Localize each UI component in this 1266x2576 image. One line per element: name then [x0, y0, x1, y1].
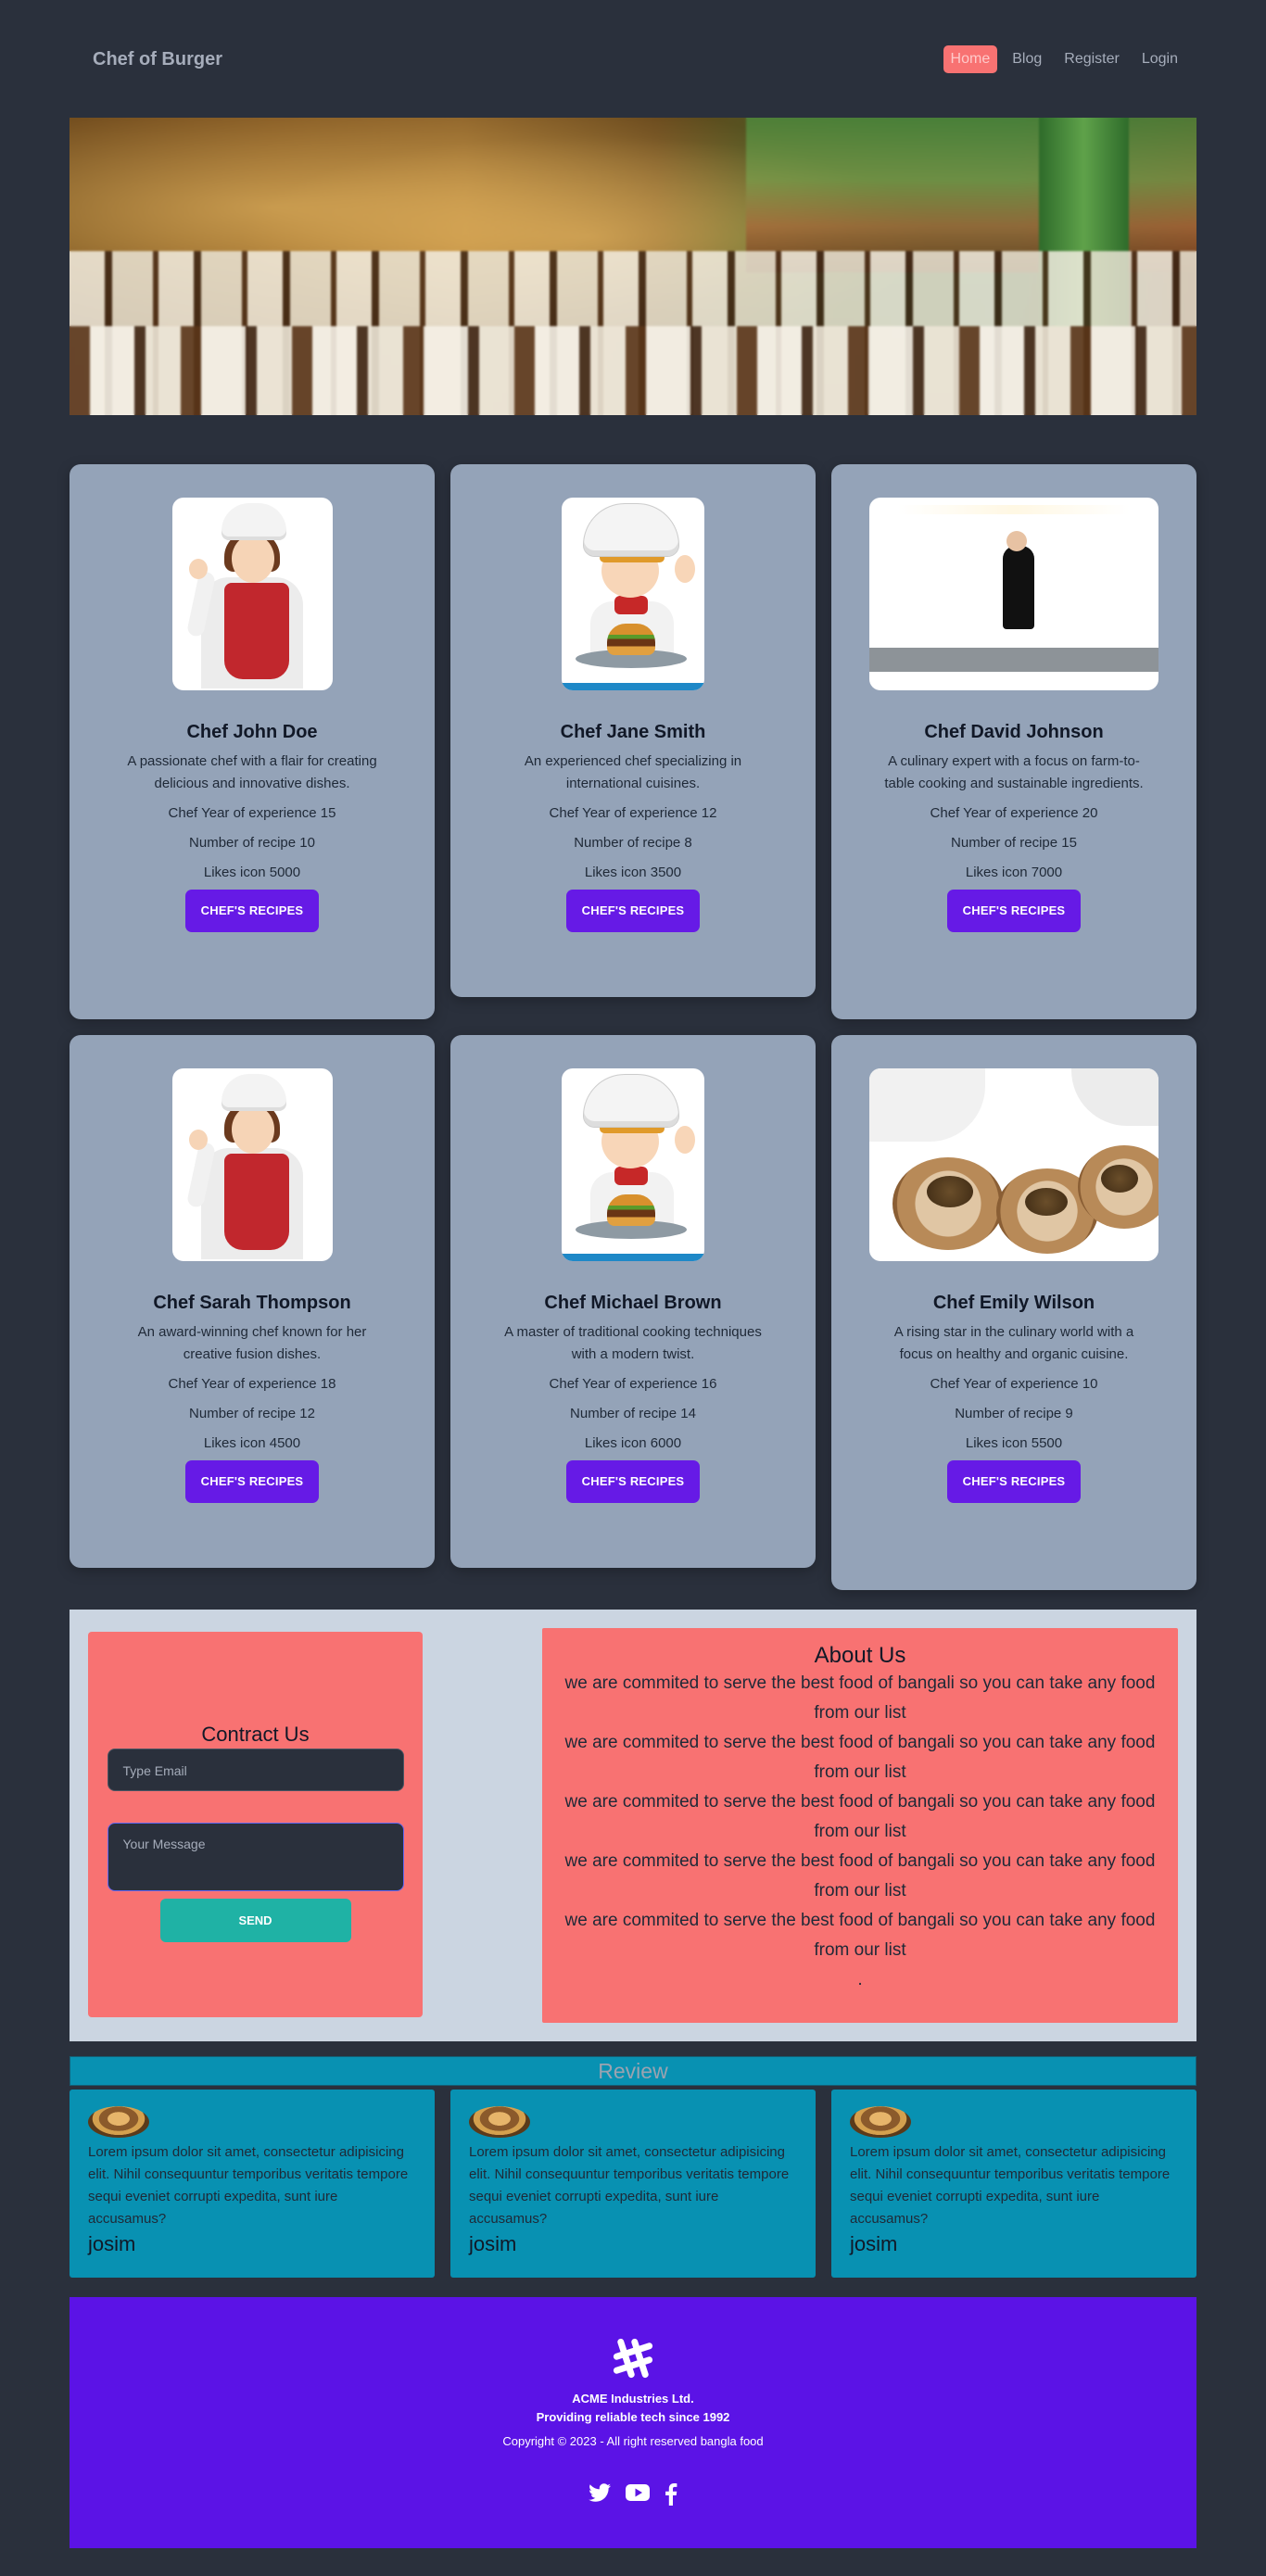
reviewer-name: josim — [88, 2232, 136, 2255]
chef-likes: Likes icon 5500 — [965, 1435, 1063, 1451]
contact-title: Contract Us — [201, 1723, 310, 1746]
chef-description: An award-winning chef known for her crea… — [137, 1324, 367, 1362]
reviewer-avatar — [469, 2106, 530, 2138]
chef-recipes-button[interactable]: CHEF'S RECIPES — [565, 890, 701, 932]
chef-recipes-button[interactable]: CHEF'S RECIPES — [184, 1460, 320, 1503]
company-logo-icon — [609, 2334, 657, 2382]
review-text: Lorem ipsum dolor sit amet, consectetur … — [469, 2144, 790, 2227]
chef-likes: Likes icon 6000 — [584, 1435, 682, 1451]
chef-experience: Chef Year of experience 12 — [549, 805, 717, 821]
chef-name: Chef John Doe — [186, 722, 318, 742]
reviewer-avatar — [850, 2106, 911, 2138]
chef-likes: Likes icon 3500 — [584, 865, 682, 880]
review-card: Lorem ipsum dolor sit amet, consectetur … — [450, 2090, 816, 2278]
chef-name: Chef David Johnson — [924, 722, 1104, 742]
footer-company-name: ACME Industries Ltd. — [572, 2392, 694, 2406]
about-paragraph: we are commited to serve the best food o… — [564, 1911, 1156, 1960]
chef-photo — [869, 1068, 1158, 1261]
chef-description: An experienced chef specializing in inte… — [524, 753, 742, 791]
chef-name: Chef Sarah Thompson — [153, 1293, 351, 1313]
chef-experience: Chef Year of experience 10 — [930, 1376, 1098, 1392]
review-text: Lorem ipsum dolor sit amet, consectetur … — [850, 2144, 1171, 2227]
footer: ACME Industries Ltd. Providing reliable … — [70, 2297, 1196, 2548]
chef-photo — [171, 498, 333, 690]
chef-likes: Likes icon 7000 — [965, 865, 1063, 880]
chef-recipe-count: Number of recipe 15 — [951, 835, 1077, 851]
chef-recipes-button[interactable]: CHEF'S RECIPES — [946, 890, 1082, 932]
about-paragraph: we are commited to serve the best food o… — [564, 1733, 1156, 1782]
chef-photo — [869, 498, 1158, 690]
footer-copyright: Copyright © 2023 - All right reserved ba… — [502, 2434, 764, 2448]
chef-photo — [562, 1068, 704, 1261]
chef-description: A master of traditional cooking techniqu… — [504, 1324, 762, 1362]
chef-recipes-button[interactable]: CHEF'S RECIPES — [946, 1460, 1082, 1503]
chef-recipe-count: Number of recipe 10 — [189, 835, 315, 851]
nav-register-link[interactable]: Register — [1057, 45, 1127, 73]
chef-name: Chef Emily Wilson — [932, 1293, 1095, 1313]
about-title: About Us — [814, 1643, 906, 1668]
about-paragraph: we are commited to serve the best food o… — [564, 1792, 1156, 1841]
chef-card: Chef Michael Brown A master of tradition… — [450, 1035, 816, 1568]
about-trailer: . — [857, 1970, 863, 1989]
chef-photo — [562, 498, 704, 690]
chef-name: Chef Jane Smith — [560, 722, 706, 742]
chef-card: Chef John Doe A passionate chef with a f… — [70, 464, 435, 1019]
chef-card: Chef Sarah Thompson An award-winning che… — [70, 1035, 435, 1568]
reviewer-avatar — [88, 2106, 149, 2138]
twitter-icon[interactable] — [589, 2483, 611, 2506]
chef-recipe-count: Number of recipe 8 — [574, 835, 692, 851]
nav-blog-link[interactable]: Blog — [1005, 45, 1049, 73]
about-paragraph: we are commited to serve the best food o… — [564, 1673, 1156, 1723]
chef-recipe-count: Number of recipe 9 — [955, 1406, 1073, 1421]
review-text: Lorem ipsum dolor sit amet, consectetur … — [88, 2144, 409, 2227]
footer-tagline: Providing reliable tech since 1992 — [536, 2410, 730, 2424]
chef-description: A rising star in the culinary world with… — [893, 1324, 1134, 1362]
email-field[interactable]: Type Email — [107, 1749, 404, 1791]
social-links — [70, 2483, 1196, 2506]
chef-recipes-button[interactable]: CHEF'S RECIPES — [565, 1460, 701, 1503]
brand-logo-text[interactable]: Chef of Burger — [70, 49, 222, 70]
contact-form: Contract Us Type Email Your Message SEND — [88, 1632, 423, 2017]
chef-likes: Likes icon 5000 — [203, 865, 301, 880]
youtube-icon[interactable] — [626, 2483, 650, 2506]
chef-experience: Chef Year of experience 20 — [930, 805, 1098, 821]
chef-card: Chef Emily Wilson A rising star in the c… — [831, 1035, 1196, 1590]
facebook-icon[interactable] — [665, 2483, 677, 2506]
chef-experience: Chef Year of experience 18 — [168, 1376, 336, 1392]
reviewer-name: josim — [850, 2232, 898, 2255]
chef-card: Chef Jane Smith An experienced chef spec… — [450, 464, 816, 997]
contact-about-section: Contract Us Type Email Your Message SEND… — [70, 1610, 1196, 2041]
chef-recipe-count: Number of recipe 12 — [189, 1406, 315, 1421]
about-us-box: About Us we are commited to serve the be… — [542, 1628, 1178, 2023]
chef-description: A culinary expert with a focus on farm-t… — [884, 753, 1144, 791]
reviewer-name: josim — [469, 2232, 517, 2255]
chef-name: Chef Michael Brown — [544, 1293, 722, 1313]
nav-login-link[interactable]: Login — [1134, 45, 1185, 73]
nav-links: Home Blog Register Login — [943, 45, 1196, 73]
about-paragraph: we are commited to serve the best food o… — [564, 1851, 1156, 1900]
restaurant-banner-image — [70, 118, 1196, 415]
chef-experience: Chef Year of experience 15 — [168, 805, 336, 821]
review-card: Lorem ipsum dolor sit amet, consectetur … — [831, 2090, 1196, 2278]
nav-home-link[interactable]: Home — [943, 45, 998, 73]
chef-likes: Likes icon 4500 — [203, 1435, 301, 1451]
chef-experience: Chef Year of experience 16 — [549, 1376, 717, 1392]
chef-recipes-button[interactable]: CHEF'S RECIPES — [184, 890, 320, 932]
chef-description: A passionate chef with a flair for creat… — [127, 753, 377, 791]
review-card: Lorem ipsum dolor sit amet, consectetur … — [70, 2090, 435, 2278]
send-button[interactable]: SEND — [159, 1899, 351, 1942]
review-header: Review — [70, 2056, 1196, 2086]
chef-photo — [171, 1068, 333, 1261]
message-field[interactable]: Your Message — [107, 1823, 404, 1891]
navbar: Chef of Burger Home Blog Register Login — [70, 39, 1196, 80]
chef-card: Chef David Johnson A culinary expert wit… — [831, 464, 1196, 1019]
chef-recipe-count: Number of recipe 14 — [570, 1406, 696, 1421]
review-title: Review — [598, 2059, 668, 2083]
